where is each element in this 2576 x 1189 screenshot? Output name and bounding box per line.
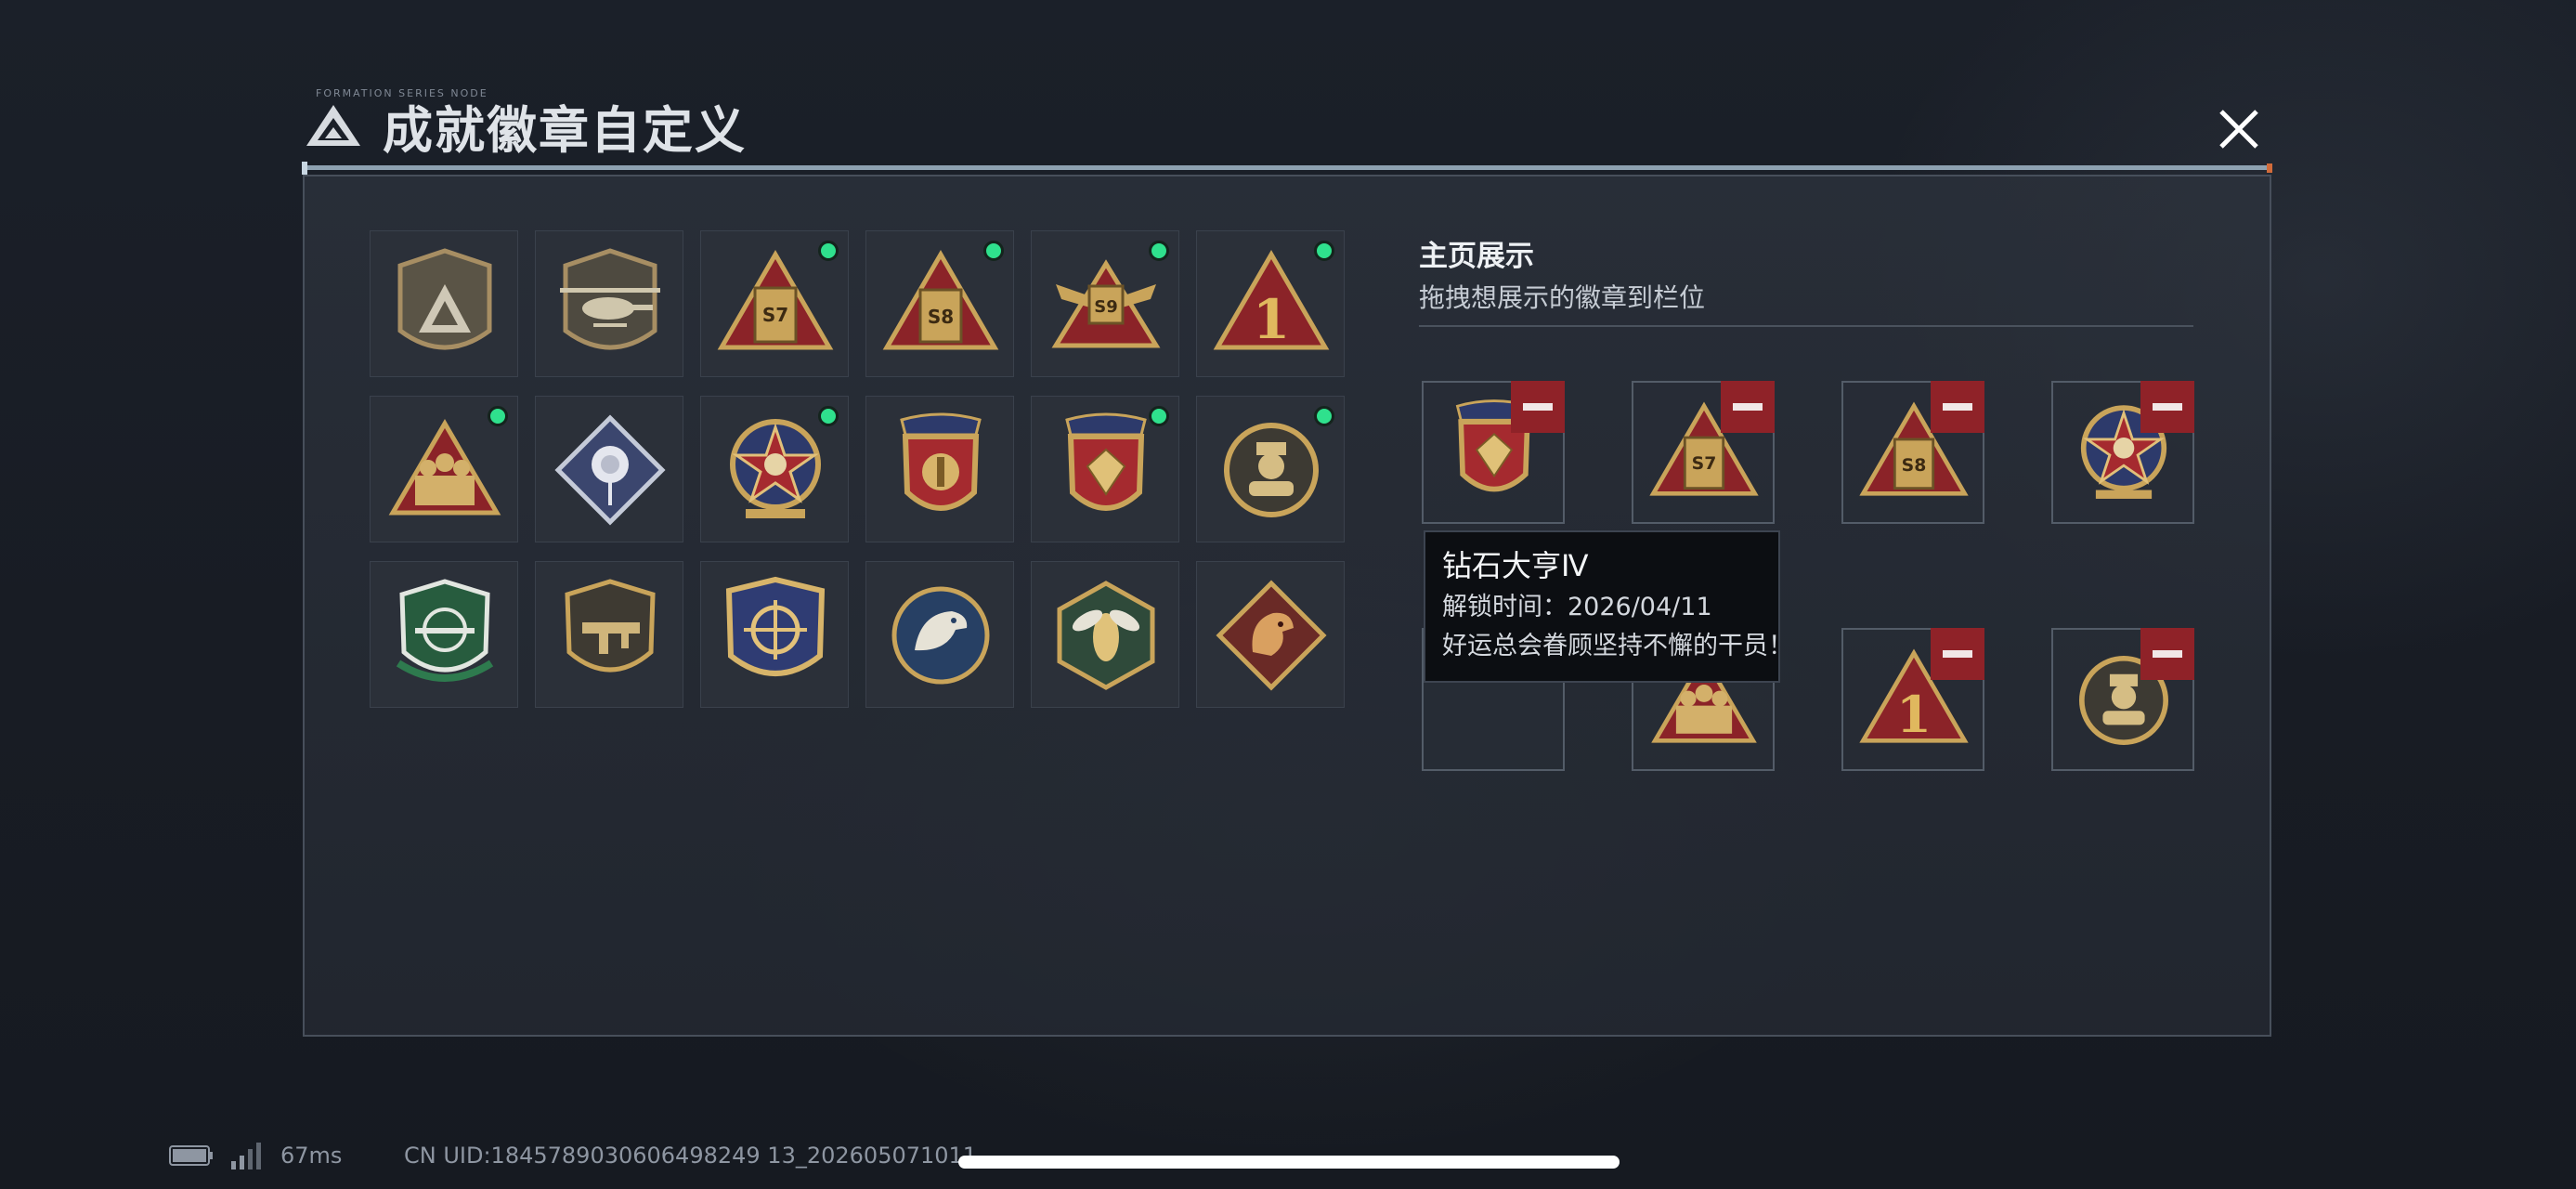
- badge-agent-portrait[interactable]: [1196, 396, 1345, 542]
- s8-triangle-emblem: S8: [882, 250, 999, 350]
- remove-icon[interactable]: [2140, 381, 2194, 433]
- showcase-title: 主页展示: [1419, 240, 1534, 273]
- badge-crosshair[interactable]: [700, 561, 849, 708]
- diamond-shield-emblem: [1065, 412, 1147, 511]
- green-rifle-shield-emblem: [396, 579, 494, 682]
- remove-icon[interactable]: [1931, 381, 1984, 433]
- triangle-logo-icon: [306, 105, 360, 146]
- gold-shield-emblem: [900, 412, 982, 511]
- home-indicator[interactable]: [958, 1156, 1620, 1169]
- unlocked-dot: [1314, 241, 1334, 261]
- s7-label: S7: [1692, 454, 1717, 474]
- badge-smg[interactable]: [535, 561, 683, 708]
- badge-green-rifle[interactable]: [370, 561, 518, 708]
- showcase-subtitle: 拖拽想展示的徽章到栏位: [1419, 282, 1706, 313]
- hornet-hexagon-emblem: [1057, 581, 1155, 690]
- remove-icon[interactable]: [1721, 381, 1775, 433]
- badge-soldiers[interactable]: [370, 396, 518, 542]
- s8-label: S8: [1902, 456, 1927, 476]
- badge-helicopter[interactable]: [535, 230, 683, 377]
- s8-label: S8: [928, 306, 954, 328]
- soldiers-triangle-emblem: [388, 419, 501, 516]
- unlocked-dot: [488, 406, 508, 426]
- badge-s7[interactable]: S7: [700, 230, 849, 377]
- unlocked-dot: [1149, 241, 1169, 261]
- showcase-slot-7[interactable]: 1: [1841, 628, 1984, 771]
- rose-diamond-emblem: [554, 414, 666, 526]
- star-skull-emblem: [730, 419, 821, 518]
- number-one-label: 1: [1896, 685, 1932, 744]
- number-one-label: 1: [1253, 288, 1290, 351]
- badge-hornet[interactable]: [1031, 561, 1179, 708]
- badge-rose[interactable]: [535, 396, 683, 542]
- tooltip-unlock-time: 解锁时间：2026/04/11: [1442, 593, 1712, 621]
- badge-s8[interactable]: S8: [865, 230, 1014, 377]
- s9-winged-emblem: S9: [1051, 259, 1161, 348]
- number-one-triangle-emblem: 1: [1213, 250, 1330, 351]
- showcase-slot-3[interactable]: S8: [1841, 381, 1984, 524]
- showcase-slot-4[interactable]: [2051, 381, 2194, 524]
- showcase-slot-2[interactable]: S7: [1632, 381, 1775, 524]
- remove-icon[interactable]: [2140, 628, 2194, 680]
- window-title-bar: 成就徽章自定义: [305, 97, 747, 160]
- close-icon[interactable]: [2206, 97, 2271, 162]
- smg-shield-emblem: [565, 579, 656, 673]
- helicopter-emblem: [560, 248, 660, 350]
- tooltip-title: 钻石大亨Ⅳ: [1442, 548, 1589, 583]
- badge-s9[interactable]: S9: [1031, 230, 1179, 377]
- signal-icon: [231, 1143, 261, 1169]
- s9-label: S9: [1094, 297, 1118, 317]
- remove-icon[interactable]: [1931, 628, 1984, 680]
- unlocked-dot: [1149, 406, 1169, 426]
- s7-triangle-emblem: S7: [717, 250, 834, 350]
- unlocked-dot: [818, 406, 839, 426]
- unlocked-dot: [1314, 406, 1334, 426]
- battery-icon: [169, 1145, 213, 1166]
- showcase-slot-1[interactable]: [1422, 381, 1565, 524]
- status-bar: 67ms: [169, 1137, 342, 1174]
- s7-label: S7: [762, 304, 788, 326]
- unlocked-dot: [818, 241, 839, 261]
- page-title: 成就徽章自定义: [383, 100, 747, 160]
- badge-diamond-shield[interactable]: [1031, 396, 1179, 542]
- remove-icon[interactable]: [1511, 381, 1565, 433]
- badge-shield-logo[interactable]: [370, 230, 518, 377]
- eagle-emblem: [891, 586, 990, 685]
- badge-gold-shield[interactable]: [865, 396, 1014, 542]
- badge-tooltip: 钻石大亨Ⅳ 解锁时间：2026/04/11 好运总会眷顾坚持不懈的干员！: [1424, 530, 1793, 683]
- crosshair-shield-emblem: [725, 576, 826, 676]
- badge-star-skull[interactable]: [700, 396, 849, 542]
- title-divider: [302, 162, 2272, 175]
- unlocked-dot: [983, 241, 1004, 261]
- badge-eagle[interactable]: [865, 561, 1014, 708]
- shield-logo-emblem: [397, 248, 492, 350]
- latency-text: 67ms: [280, 1143, 343, 1169]
- dragon-diamond-emblem: [1216, 580, 1327, 691]
- tooltip-description: 好运总会眷顾坚持不懈的干员！: [1442, 632, 1793, 660]
- badge-number-1[interactable]: 1: [1196, 230, 1345, 377]
- agent-portrait-emblem: [1224, 423, 1319, 517]
- badge-dragon[interactable]: [1196, 561, 1345, 708]
- uid-text: CN UID:1845789030606498249 13_2026050710…: [404, 1143, 978, 1169]
- showcase-slot-8[interactable]: [2051, 628, 2194, 771]
- showcase-divider: [1419, 325, 2193, 327]
